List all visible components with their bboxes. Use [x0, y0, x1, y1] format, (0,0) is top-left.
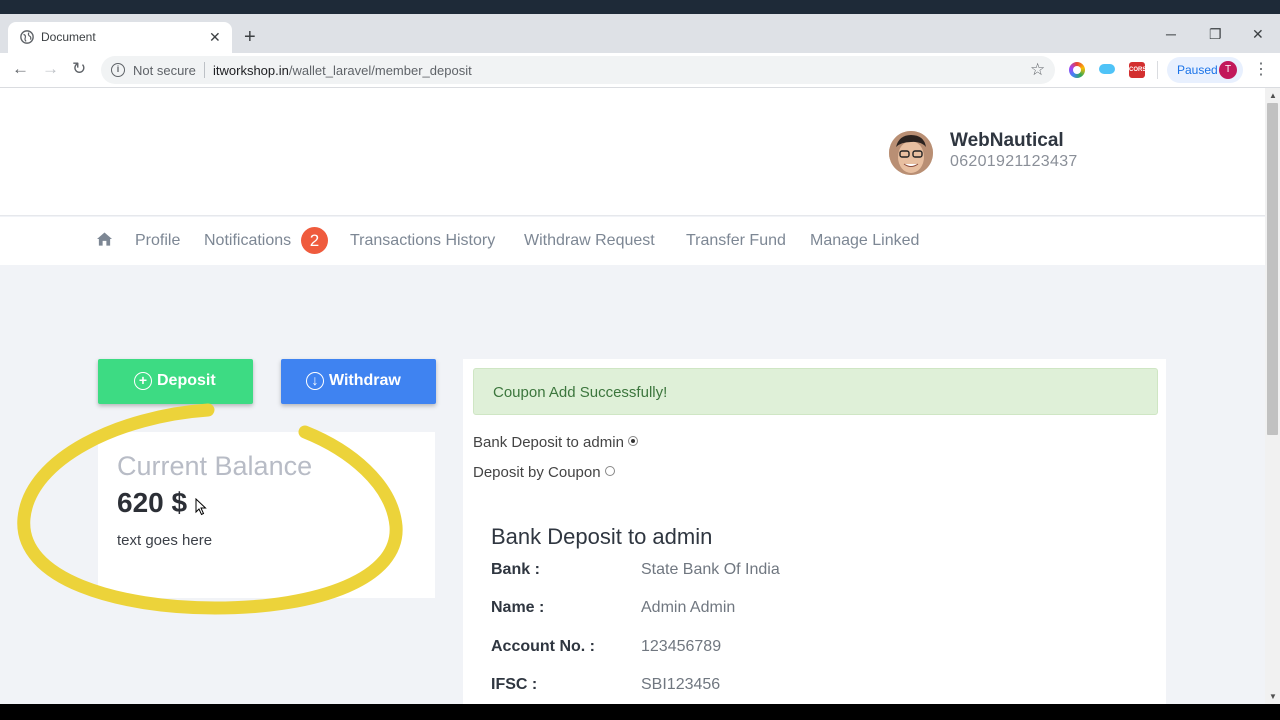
user-photo: [889, 131, 933, 175]
account-no-label: Account No. :: [491, 638, 595, 655]
ifsc-value: SBI123456: [641, 676, 721, 693]
nav-item-withdraw-request[interactable]: Withdraw Request: [524, 232, 655, 250]
scroll-down-icon[interactable]: ▼: [1269, 692, 1277, 701]
color-picker-extension-icon[interactable]: [1069, 62, 1085, 78]
scrollbar-thumb[interactable]: [1267, 103, 1278, 435]
new-tab-button[interactable]: +: [244, 27, 256, 47]
nav-item-manage-linked[interactable]: Manage Linked: [810, 232, 919, 250]
success-alert: Coupon Add Successfully!: [473, 368, 1158, 415]
browser-toolbar: ← → ↻ i Not secure itworkshop.in/wallet_…: [0, 53, 1280, 88]
browser-menu-icon[interactable]: ⋮: [1253, 59, 1269, 79]
deposit-button[interactable]: + Deposit: [98, 359, 253, 404]
option-bank-deposit-label: Bank Deposit to admin: [473, 434, 624, 451]
window-close-icon[interactable]: ✕: [1252, 26, 1264, 42]
nav-item-transactions-history[interactable]: Transactions History: [350, 232, 495, 250]
ifsc-label: IFSC :: [491, 676, 538, 693]
account-no-value: 123456789: [641, 638, 722, 655]
user-avatar[interactable]: [889, 131, 933, 175]
withdraw-button-label: Withdraw: [329, 372, 401, 389]
notification-count-badge: 2: [301, 227, 328, 254]
profile-sync-button[interactable]: Paused T: [1167, 57, 1243, 83]
nav-item-notifications[interactable]: Notifications: [204, 232, 291, 250]
window-top-border: [0, 0, 1280, 14]
bank-label: Bank :: [491, 561, 540, 578]
address-bar[interactable]: i Not secure itworkshop.in/wallet_larave…: [101, 56, 1055, 84]
cors-extension-icon[interactable]: CORS: [1129, 62, 1146, 78]
nav-item-profile[interactable]: Profile: [135, 232, 180, 250]
minimize-icon[interactable]: ─: [1166, 26, 1176, 42]
option-coupon-deposit-label: Deposit by Coupon: [473, 464, 601, 481]
url-host: itworkshop.in: [213, 63, 289, 78]
home-icon[interactable]: [97, 232, 112, 246]
balance-title: Current Balance: [117, 451, 313, 481]
section-title: Bank Deposit to admin: [491, 524, 713, 549]
balance-note: text goes here: [117, 532, 213, 549]
tab-close-icon[interactable]: ✕: [209, 29, 221, 45]
reload-icon[interactable]: ↻: [72, 59, 86, 79]
name-label: Name :: [491, 599, 545, 616]
user-id: 06201921123437: [950, 153, 1078, 170]
browser-tab[interactable]: Document ✕: [8, 22, 232, 53]
bank-value: State Bank Of India: [641, 561, 780, 578]
globe-icon: [20, 30, 34, 44]
profile-avatar: T: [1219, 61, 1237, 79]
url-text[interactable]: itworkshop.in/wallet_laravel/member_depo…: [213, 63, 472, 78]
url-separator: [204, 62, 205, 78]
not-secure-label: Not secure: [133, 63, 196, 78]
plus-circle-icon: +: [134, 372, 152, 390]
withdraw-button[interactable]: ↓ Withdraw: [281, 359, 436, 404]
option-coupon-deposit[interactable]: Deposit by Coupon: [473, 464, 615, 481]
cloud-extension-icon[interactable]: [1099, 64, 1115, 74]
restore-icon[interactable]: ❐: [1209, 26, 1222, 42]
tab-title: Document: [41, 30, 96, 44]
page-viewport: WebNautical 06201921123437 Profile Notif…: [0, 88, 1265, 704]
balance-card: Current Balance 620 $ text goes here: [98, 432, 435, 598]
toolbar-divider: [1157, 61, 1158, 79]
forward-arrow-icon[interactable]: →: [42, 59, 59, 79]
balance-value: 620 $: [117, 487, 188, 518]
url-path: /wallet_laravel/member_deposit: [288, 63, 472, 78]
paused-label: Paused: [1177, 63, 1218, 77]
page-scrollbar[interactable]: ▲ ▼: [1265, 88, 1280, 704]
radio-bank-deposit[interactable]: [627, 436, 638, 446]
radio-coupon-deposit[interactable]: [604, 466, 615, 476]
bookmark-star-icon[interactable]: ☆: [1030, 60, 1045, 80]
name-value: Admin Admin: [641, 599, 736, 616]
nav-item-transfer-fund[interactable]: Transfer Fund: [686, 232, 786, 250]
option-bank-deposit[interactable]: Bank Deposit to admin: [473, 434, 638, 451]
arrow-down-circle-icon: ↓: [306, 372, 324, 390]
window-bottom-border: [0, 704, 1280, 720]
back-arrow-icon[interactable]: ←: [12, 59, 29, 79]
scroll-up-icon[interactable]: ▲: [1269, 91, 1277, 100]
deposit-button-label: Deposit: [157, 372, 216, 389]
info-icon[interactable]: i: [111, 63, 125, 77]
main-nav: Profile Notifications 2 Transactions His…: [0, 217, 1265, 265]
mouse-cursor-icon: [195, 498, 207, 516]
success-alert-text: Coupon Add Successfully!: [493, 384, 668, 401]
user-name: WebNautical: [950, 130, 1064, 151]
deposit-panel: Coupon Add Successfully! Bank Deposit to…: [463, 359, 1166, 704]
tab-strip: Document ✕ + ─ ❐ ✕: [0, 14, 1280, 53]
site-header: WebNautical 06201921123437: [0, 88, 1265, 216]
